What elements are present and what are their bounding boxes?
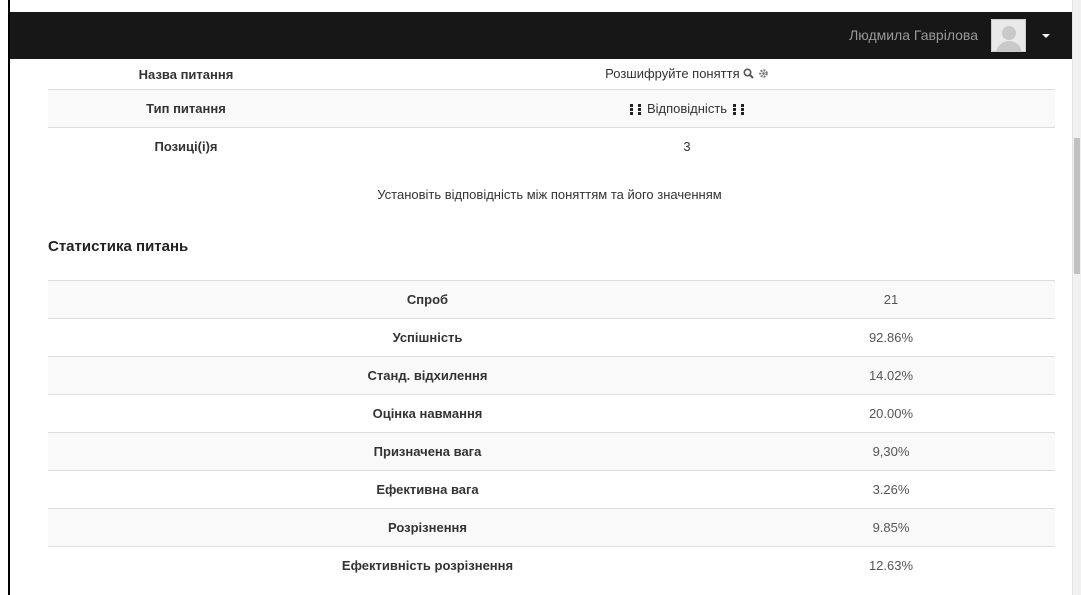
question-name-text: Розшифруйте поняття: [605, 65, 740, 81]
question-type-label: Тип питання: [48, 89, 324, 128]
question-type-value: Відповідність: [324, 89, 1055, 128]
stats-label: Розрізнення: [48, 508, 807, 547]
matching-type-icon: [630, 104, 642, 116]
stats-value: 3.26%: [807, 470, 1055, 509]
matching-type-icon: [732, 104, 744, 116]
question-position-label: Позиці(і)я: [48, 127, 324, 165]
question-name-label: Назва питання: [138, 66, 234, 82]
window-frame: [0, 0, 10, 595]
stats-label: Ефективність розрізнення: [48, 546, 807, 584]
stats-row: Призначена вага 9,30%: [48, 432, 1055, 471]
stats-label: Успішність: [48, 318, 807, 357]
preview-icon[interactable]: [743, 67, 754, 82]
vertical-scrollbar[interactable]: [1072, 0, 1081, 595]
stats-value: 21: [807, 280, 1055, 319]
stats-label: Призначена вага: [48, 432, 807, 471]
stats-label: Ефективна вага: [48, 470, 807, 509]
question-type-text: Відповідність: [646, 101, 728, 116]
stats-heading: Статистика питань: [48, 238, 189, 255]
question-position-row: Позиці(і)я 3: [48, 127, 1055, 165]
stats-label: Станд. відхилення: [48, 356, 807, 395]
scrollbar-thumb[interactable]: [1074, 138, 1080, 274]
user-name[interactable]: Людмила Гаврілова: [849, 27, 978, 43]
stats-value: 9.85%: [807, 508, 1055, 547]
stats-value: 92.86%: [807, 318, 1055, 357]
stats-row: Спроб 21: [48, 280, 1055, 319]
question-description: Установіть відповідність між поняттям та…: [377, 187, 722, 202]
stats-value: 20.00%: [807, 394, 1055, 433]
edit-gear-icon[interactable]: [758, 67, 769, 82]
stats-value: 14.02%: [807, 356, 1055, 395]
stats-value: 9,30%: [807, 432, 1055, 471]
user-avatar-icon[interactable]: [991, 19, 1026, 52]
caret-down-icon[interactable]: [1042, 34, 1050, 38]
stats-value: 12.63%: [807, 546, 1055, 584]
stats-row: Станд. відхилення 14.02%: [48, 356, 1055, 395]
question-stats-table: Спроб 21 Успішність 92.86% Станд. відхилен…: [48, 280, 1055, 584]
question-type-row: Тип питання Відповідність: [48, 89, 1055, 128]
stats-row: Успішність 92.86%: [48, 318, 1055, 357]
question-name-value: Розшифруйте поняття: [324, 59, 1055, 90]
stats-row: Розрізнення 9.85%: [48, 508, 1055, 547]
stats-label: Спроб: [48, 280, 807, 319]
question-info-table: Назва питання Розшифруйте поняття Тип пи…: [48, 59, 1055, 165]
top-navbar: Людмила Гаврілова: [10, 12, 1072, 59]
stats-label: Оцінка навмання: [48, 394, 807, 433]
stats-row: Ефективна вага 3.26%: [48, 470, 1055, 509]
question-name-row: Назва питання Розшифруйте поняття: [48, 59, 1055, 90]
stats-row: Ефективність розрізнення 12.63%: [48, 546, 1055, 584]
stats-row: Оцінка навмання 20.00%: [48, 394, 1055, 433]
question-position-value: 3: [324, 127, 1055, 165]
